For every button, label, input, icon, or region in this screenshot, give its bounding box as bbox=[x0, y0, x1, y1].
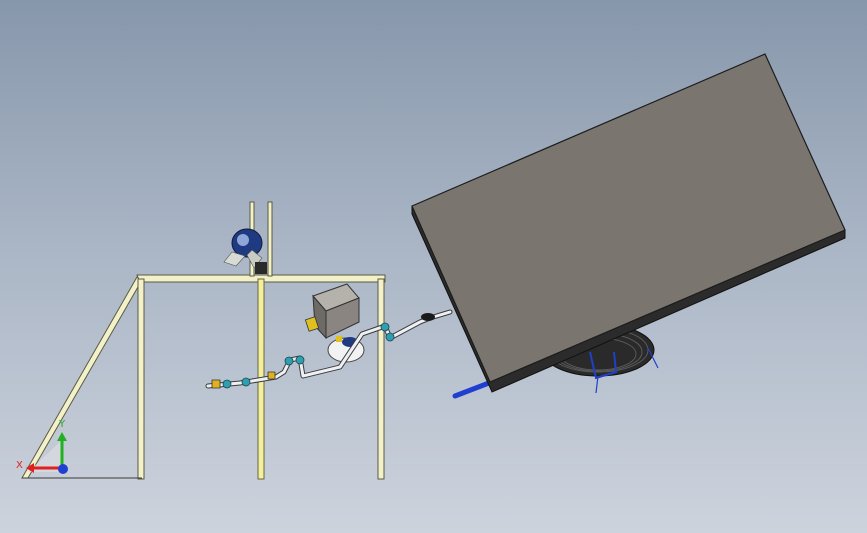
pipe-fitting bbox=[241, 377, 251, 387]
y-axis-label: Y bbox=[58, 419, 66, 430]
pump-label bbox=[336, 336, 342, 342]
motor-mount bbox=[255, 262, 267, 274]
pipe-fitting bbox=[284, 356, 294, 366]
valve bbox=[211, 379, 221, 389]
left-post bbox=[137, 278, 145, 480]
y-axis-arrowhead bbox=[57, 432, 67, 441]
cad-viewport[interactable]: X Y bbox=[0, 0, 867, 533]
right-post bbox=[377, 278, 385, 480]
pipe-fitting bbox=[222, 379, 232, 389]
x-axis-label: X bbox=[16, 460, 23, 471]
pipe-fitting bbox=[385, 332, 395, 342]
cad-model-scene[interactable]: X Y bbox=[0, 0, 867, 533]
z-axis-marker bbox=[58, 464, 68, 474]
pipe-fitting bbox=[380, 322, 390, 332]
tilted-panel-assembly[interactable] bbox=[411, 53, 846, 399]
motor-cap bbox=[237, 234, 249, 246]
guide-rod-right bbox=[267, 201, 273, 277]
diagonal-brace bbox=[21, 276, 143, 479]
pipe-fitting bbox=[295, 355, 305, 365]
pump-box-assembly[interactable] bbox=[304, 283, 365, 363]
support-frame[interactable] bbox=[21, 201, 386, 480]
top-motor-assembly[interactable] bbox=[223, 228, 267, 274]
valve bbox=[267, 371, 276, 380]
pipe-coupler bbox=[421, 313, 435, 321]
